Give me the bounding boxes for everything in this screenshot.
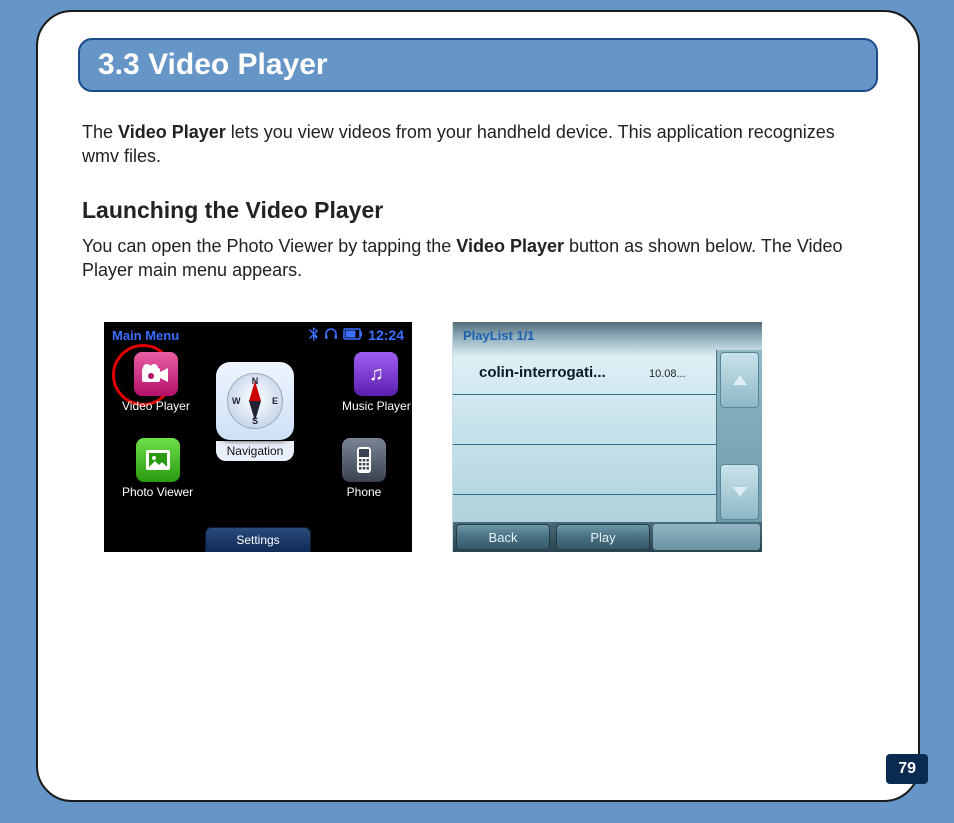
navigation-app[interactable]: N S E W Navigation: [216, 362, 294, 461]
headphones-icon: [324, 327, 338, 343]
launch-bold: Video Player: [456, 236, 564, 256]
photo-viewer-label: Photo Viewer: [122, 485, 193, 499]
divider-icon: [453, 494, 717, 495]
playlist-screenshot: PlayList 1/1 colin-interrogati... 10.08.…: [452, 322, 762, 552]
playlist-toolbar: Back Play: [453, 522, 762, 552]
compass-s: S: [252, 416, 258, 426]
launch-pre: You can open the Photo Viewer by tapping…: [82, 236, 456, 256]
section-number: 3.3: [98, 48, 140, 81]
camcorder-icon: [134, 352, 178, 396]
status-icons: 12:24: [308, 327, 404, 344]
divider-icon: [453, 444, 717, 445]
phone-app[interactable]: Phone: [342, 438, 386, 499]
battery-icon: [342, 327, 364, 343]
settings-button[interactable]: Settings: [205, 527, 310, 552]
toolbar-spacer: [653, 524, 760, 550]
music-note-icon: ♫: [354, 352, 398, 396]
section-title-bar: 3.3 Video Player: [78, 38, 878, 92]
launch-paragraph: You can open the Photo Viewer by tapping…: [82, 234, 874, 283]
intro-paragraph: The Video Player lets you view videos fr…: [82, 120, 874, 169]
back-button[interactable]: Back: [456, 524, 550, 550]
playlist-item-time: 10.08...: [649, 368, 686, 380]
chevron-down-icon: [733, 487, 747, 497]
bluetooth-icon: [308, 327, 320, 344]
chevron-up-icon: [733, 375, 747, 385]
status-bar: Main Menu 12:24: [104, 322, 412, 346]
section-title: 3.3 Video Player: [98, 48, 858, 82]
settings-tab-area: Settings: [104, 526, 412, 552]
intro-pre: The: [82, 122, 118, 142]
main-menu-screenshot: Main Menu 12:24: [104, 322, 412, 552]
phone-icon: [342, 438, 386, 482]
figure-row: Main Menu 12:24: [104, 322, 878, 552]
music-player-label: Music Player: [342, 399, 411, 413]
divider-icon: [453, 394, 717, 395]
compass-w: W: [232, 396, 241, 406]
scroll-down-button[interactable]: [720, 464, 759, 520]
scroll-up-button[interactable]: [720, 352, 759, 408]
photo-icon: [136, 438, 180, 482]
subheading: Launching the Video Player: [82, 197, 874, 224]
photo-viewer-app[interactable]: Photo Viewer: [122, 438, 193, 499]
playlist-item-name[interactable]: colin-interrogati...: [479, 364, 606, 381]
play-button[interactable]: Play: [556, 524, 650, 550]
section-name: Video Player: [148, 48, 328, 81]
scroll-track: [717, 410, 762, 462]
intro-bold: Video Player: [118, 122, 226, 142]
compass-e: E: [272, 396, 278, 406]
clock-text: 12:24: [368, 327, 404, 343]
main-menu-label: Main Menu: [112, 328, 179, 343]
compass-icon: N S E W: [216, 362, 294, 440]
navigation-label: Navigation: [216, 441, 294, 461]
music-player-app[interactable]: ♫ Music Player: [342, 352, 411, 413]
playlist-scrollbar: [716, 350, 762, 522]
manual-page: 3.3 Video Player The Video Player lets y…: [36, 10, 920, 802]
compass-n: N: [252, 376, 259, 386]
video-player-label: Video Player: [122, 399, 190, 413]
page-number-badge: 79: [886, 754, 928, 784]
phone-label: Phone: [342, 485, 386, 499]
app-grid: Video Player ♫ Music Player Photo Viewer: [104, 346, 412, 526]
video-player-app[interactable]: Video Player: [122, 352, 190, 413]
